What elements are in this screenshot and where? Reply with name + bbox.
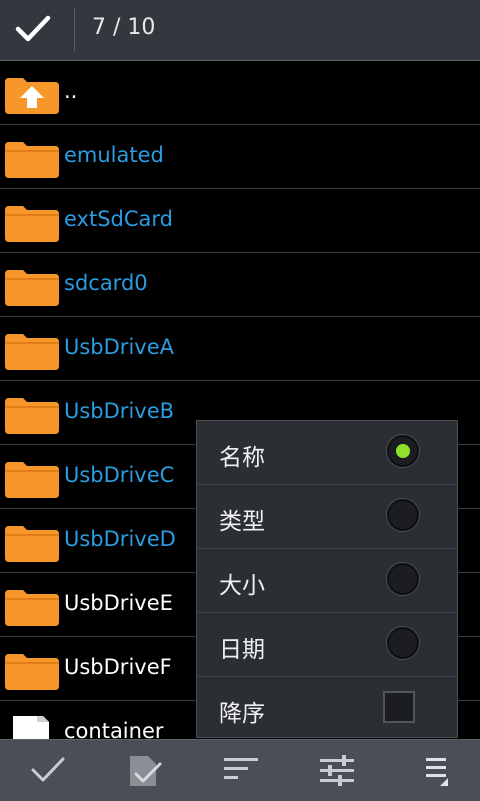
sort-option-label: 降序 bbox=[219, 701, 265, 727]
list-item-up[interactable]: .. bbox=[0, 61, 480, 125]
list-item-folder[interactable]: extSdCard bbox=[0, 189, 480, 253]
folder-icon bbox=[5, 332, 59, 370]
file-name: UsbDriveE bbox=[64, 591, 173, 615]
select-all-icon bbox=[130, 756, 162, 786]
file-icon bbox=[5, 710, 59, 739]
sort-popup-menu: 名称 类型 大小 日期 降序 bbox=[196, 420, 458, 738]
radio-button-checked[interactable] bbox=[387, 435, 419, 467]
action-bar: 7 / 10 bbox=[0, 0, 480, 61]
sort-option-label: 名称 bbox=[219, 445, 265, 471]
sort-option-name[interactable]: 名称 bbox=[197, 421, 457, 485]
sort-option-type[interactable]: 类型 bbox=[197, 485, 457, 549]
file-name: .. bbox=[64, 79, 78, 103]
sort-icon bbox=[224, 758, 258, 779]
file-name: sdcard0 bbox=[64, 271, 148, 295]
sort-option-descending[interactable]: 降序 bbox=[197, 677, 457, 740]
filter-settings-button[interactable] bbox=[288, 740, 384, 801]
folder-up-icon bbox=[5, 76, 59, 114]
folder-icon bbox=[5, 396, 59, 434]
sort-button[interactable] bbox=[192, 740, 288, 801]
divider bbox=[74, 8, 75, 52]
radio-button[interactable] bbox=[387, 499, 419, 531]
file-name: UsbDriveF bbox=[64, 655, 172, 679]
sort-option-size[interactable]: 大小 bbox=[197, 549, 457, 613]
folder-icon bbox=[5, 268, 59, 306]
done-check-icon[interactable] bbox=[14, 12, 54, 46]
file-name: UsbDriveD bbox=[64, 527, 176, 551]
radio-dot bbox=[396, 444, 410, 458]
folder-icon bbox=[5, 652, 59, 690]
sort-option-label: 大小 bbox=[219, 573, 265, 599]
radio-button[interactable] bbox=[387, 627, 419, 659]
radio-button[interactable] bbox=[387, 563, 419, 595]
file-name: UsbDriveC bbox=[64, 463, 175, 487]
sort-option-date[interactable]: 日期 bbox=[197, 613, 457, 677]
bottom-toolbar bbox=[0, 739, 480, 801]
folder-icon bbox=[5, 140, 59, 178]
list-item-folder[interactable]: emulated bbox=[0, 125, 480, 189]
file-name: UsbDriveB bbox=[64, 399, 175, 423]
file-name: emulated bbox=[64, 143, 164, 167]
selection-counter: 7 / 10 bbox=[92, 15, 156, 40]
folder-icon bbox=[5, 204, 59, 242]
sort-option-label: 日期 bbox=[219, 637, 265, 663]
list-item-folder[interactable]: sdcard0 bbox=[0, 253, 480, 317]
file-name: container bbox=[64, 719, 164, 739]
filter-sliders-icon bbox=[320, 755, 354, 786]
sort-option-label: 类型 bbox=[219, 509, 265, 535]
check-button[interactable] bbox=[0, 740, 96, 801]
folder-icon bbox=[5, 524, 59, 562]
list-item-folder[interactable]: UsbDriveA bbox=[0, 317, 480, 381]
descending-checkbox[interactable] bbox=[383, 691, 415, 723]
menu-button[interactable] bbox=[384, 740, 480, 801]
select-all-button[interactable] bbox=[96, 740, 192, 801]
file-name: extSdCard bbox=[64, 207, 173, 231]
check-icon bbox=[31, 757, 65, 782]
menu-icon bbox=[426, 758, 448, 786]
folder-icon bbox=[5, 588, 59, 626]
file-name: UsbDriveA bbox=[64, 335, 174, 359]
folder-icon bbox=[5, 460, 59, 498]
